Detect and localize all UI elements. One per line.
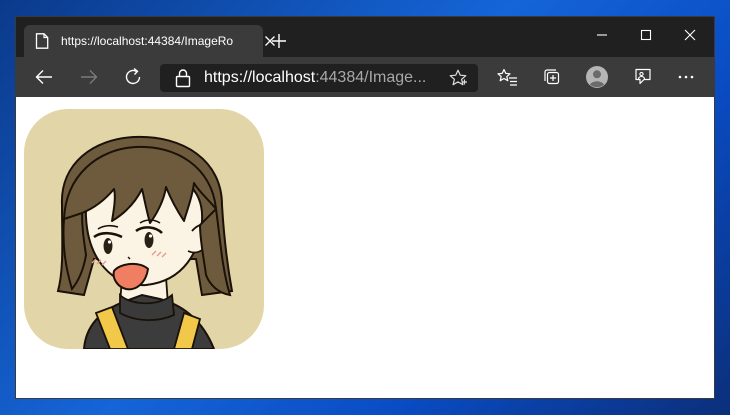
url-text[interactable]: https://localhost:44384/Image... <box>204 68 440 88</box>
refresh-icon[interactable] <box>121 65 145 89</box>
back-arrow-icon[interactable] <box>32 65 56 89</box>
active-tab[interactable]: https://localhost:44384/ImageRo <box>24 25 263 57</box>
browser-window: https://localhost:44384/ImageRo https://… <box>15 16 715 399</box>
address-bar[interactable]: https://localhost:44384/Image... <box>160 64 478 92</box>
rounded-avatar-illustration <box>24 109 264 349</box>
collections-icon[interactable] <box>540 65 564 89</box>
page-content <box>16 97 714 398</box>
url-scheme: https:// <box>204 69 253 86</box>
tab-title: https://localhost:44384/ImageRo <box>61 34 234 48</box>
lock-icon[interactable] <box>174 68 192 88</box>
forward-arrow-icon[interactable] <box>77 65 101 89</box>
page-icon <box>35 33 49 49</box>
favorites-list-icon[interactable] <box>496 65 520 89</box>
new-tab-icon[interactable] <box>269 31 289 51</box>
more-dots-icon[interactable] <box>674 65 698 89</box>
minimize-icon[interactable] <box>590 23 614 47</box>
tab-strip: https://localhost:44384/ImageRo <box>16 17 714 57</box>
feedback-icon[interactable] <box>631 65 655 89</box>
url-path: :44384/Image... <box>315 69 427 86</box>
star-icon[interactable] <box>448 68 468 88</box>
window-close-icon[interactable] <box>678 23 702 47</box>
browser-toolbar: https://localhost:44384/Image... <box>16 57 714 97</box>
maximize-icon[interactable] <box>634 23 658 47</box>
url-host: localhost <box>252 69 316 86</box>
profile-avatar-icon[interactable] <box>585 65 609 89</box>
